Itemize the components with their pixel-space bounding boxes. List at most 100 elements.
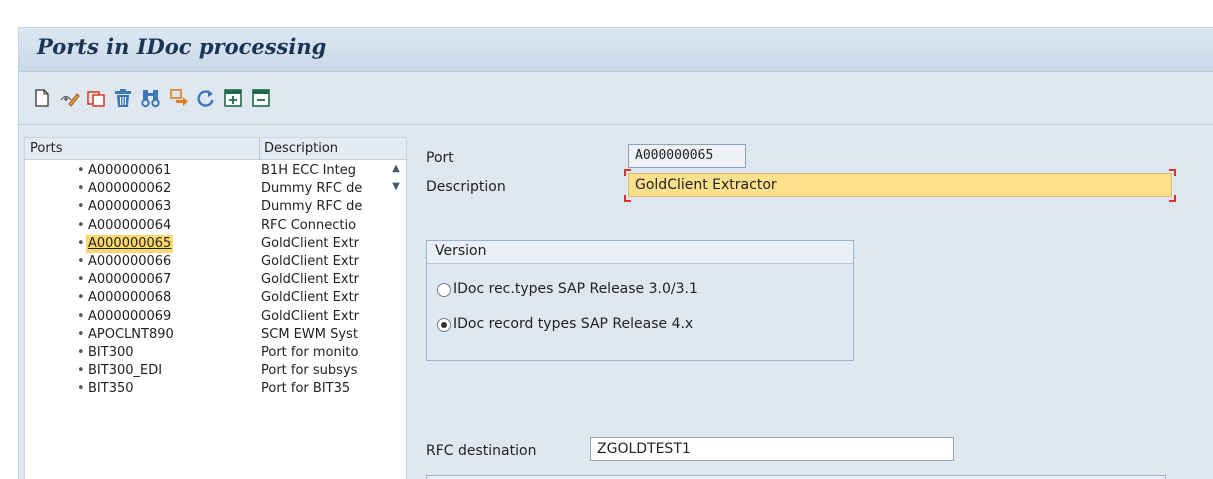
column-header-ports[interactable]: Ports [30,141,63,156]
port-description[interactable]: Dummy RFC de [261,198,383,216]
bullet-icon: • [77,181,85,197]
bullet-icon: • [77,381,85,397]
tree-row[interactable]: • APOCLNT890 SCM EWM Syst [25,326,385,344]
tree-row[interactable]: • A000000067 GoldClient Extr [25,271,385,289]
port-description[interactable]: GoldClient Extr [261,308,383,326]
expand-button[interactable] [222,87,244,109]
bullet-icon: • [77,345,85,360]
port-name[interactable]: BIT300_EDI [86,362,164,380]
bullet-icon: • [77,308,85,324]
port-name[interactable]: BIT300 [86,344,136,362]
tree-scrollbar[interactable]: ▲ ▼ [385,160,406,479]
transfer-button[interactable] [168,87,190,109]
transfer-icon [170,89,188,106]
tree-row[interactable]: • A000000066 GoldClient Extr [25,253,385,271]
bullet-icon: • [77,290,85,306]
port-name[interactable]: A000000065 [86,234,174,253]
column-header-description[interactable]: Description [264,141,338,156]
port-name[interactable]: A000000061 [86,162,173,180]
rfc-destination-label: RFC destination [426,443,537,459]
port-name[interactable]: APOCLNT890 [86,326,176,344]
focus-corner-bl [624,195,631,202]
radio-release-4x[interactable] [437,318,451,332]
collapse-icon [252,89,270,107]
port-description[interactable]: GoldClient Extr [261,253,383,271]
delete-button[interactable] [112,87,134,109]
port-name[interactable]: A000000068 [86,289,173,307]
refresh-icon [197,90,214,107]
collapse-button[interactable] [250,87,272,109]
port-description[interactable]: Port for monito [261,344,383,362]
focus-corner-tr [1169,169,1176,176]
port-name[interactable]: A000000069 [86,308,173,326]
port-description[interactable]: RFC Connectio [261,217,383,235]
port-detail-panel: Port A000000065 Description GoldClient E… [412,137,1213,479]
display-change-button[interactable] [59,87,81,109]
sap-window: Ports in IDoc processing Ports Descripti… [18,27,1213,479]
bullet-icon: • [77,163,85,178]
bullet-icon: • [77,217,85,233]
tree-row[interactable]: • A000000068 GoldClient Extr [25,289,385,307]
focus-corner-tl [624,169,631,176]
port-description[interactable]: GoldClient Extr [261,235,383,253]
description-label: Description [426,179,506,195]
description-field[interactable]: GoldClient Extractor [628,173,1172,197]
port-name[interactable]: A000000067 [86,271,173,289]
port-description[interactable]: GoldClient Extr [261,289,383,307]
column-divider[interactable] [259,138,260,160]
copy-button[interactable] [85,87,107,109]
new-entry-icon [35,89,49,107]
tree-row[interactable]: • A000000063 Dummy RFC de [25,198,385,216]
version-group: Version IDoc rec.types SAP Release 3.0/3… [426,240,854,361]
tree-row[interactable]: • A000000069 GoldClient Extr [25,308,385,326]
copy-icon [87,91,105,107]
bullet-icon: • [77,272,85,288]
port-description[interactable]: Port for BIT35 [261,380,383,398]
bullet-icon: • [77,199,85,215]
scroll-down-icon[interactable]: ▼ [389,180,403,194]
expand-icon [224,89,242,107]
port-name[interactable]: A000000062 [86,180,173,198]
scroll-up-icon[interactable]: ▲ [389,162,403,176]
bullet-icon: • [77,235,85,251]
version-group-header: Version [427,241,853,264]
radio-release-30-label[interactable]: IDoc rec.types SAP Release 3.0/3.1 [453,281,698,297]
display-change-icon [60,93,80,107]
page-title: Ports in IDoc processing [37,34,327,59]
port-field[interactable]: A000000065 [628,144,746,168]
bullet-icon: • [77,254,85,269]
port-name[interactable]: A000000066 [86,253,173,271]
bullet-icon: • [77,363,85,379]
ports-tree: Ports Description • A000000061 B1H ECC Int… [24,137,407,479]
tree-row[interactable]: • A000000064 RFC Connectio [25,217,385,235]
lower-group-frame [426,475,1166,479]
find-icon [141,90,160,108]
new-entry-button[interactable] [31,87,53,109]
tree-header: Ports Description [25,138,406,160]
application-toolbar [19,73,1213,125]
port-description[interactable]: Port for subsys [261,362,383,380]
port-description[interactable]: SCM EWM Syst [261,326,383,344]
port-description[interactable]: GoldClient Extr [261,271,383,289]
port-name[interactable]: A000000064 [86,217,173,235]
find-button[interactable] [140,87,162,109]
port-description[interactable]: Dummy RFC de [261,180,383,198]
tree-row[interactable]: • BIT350 Port for BIT35 [25,380,385,398]
rfc-destination-field[interactable]: ZGOLDTEST1 [590,437,954,461]
radio-release-4x-label[interactable]: IDoc record types SAP Release 4.x [453,316,693,332]
tree-row[interactable]: • BIT300 Port for monito [25,344,385,362]
tree-row[interactable]: • A000000062 Dummy RFC de [25,180,385,198]
delete-icon [115,89,131,107]
bullet-icon: • [77,326,85,342]
port-name[interactable]: A000000063 [86,198,173,216]
tree-row[interactable]: • A000000065 GoldClient Extr [25,234,385,253]
port-description[interactable]: B1H ECC Integ [261,162,383,180]
port-name[interactable]: BIT350 [86,380,136,398]
port-label: Port [426,150,454,166]
focus-corner-br [1169,195,1176,202]
refresh-button[interactable] [195,87,217,109]
tree-row[interactable]: • BIT300_EDI Port for subsys [25,362,385,380]
tree-row[interactable]: • A000000061 B1H ECC Integ [25,162,385,180]
radio-release-30[interactable] [437,283,451,297]
version-group-title: Version [435,243,487,259]
